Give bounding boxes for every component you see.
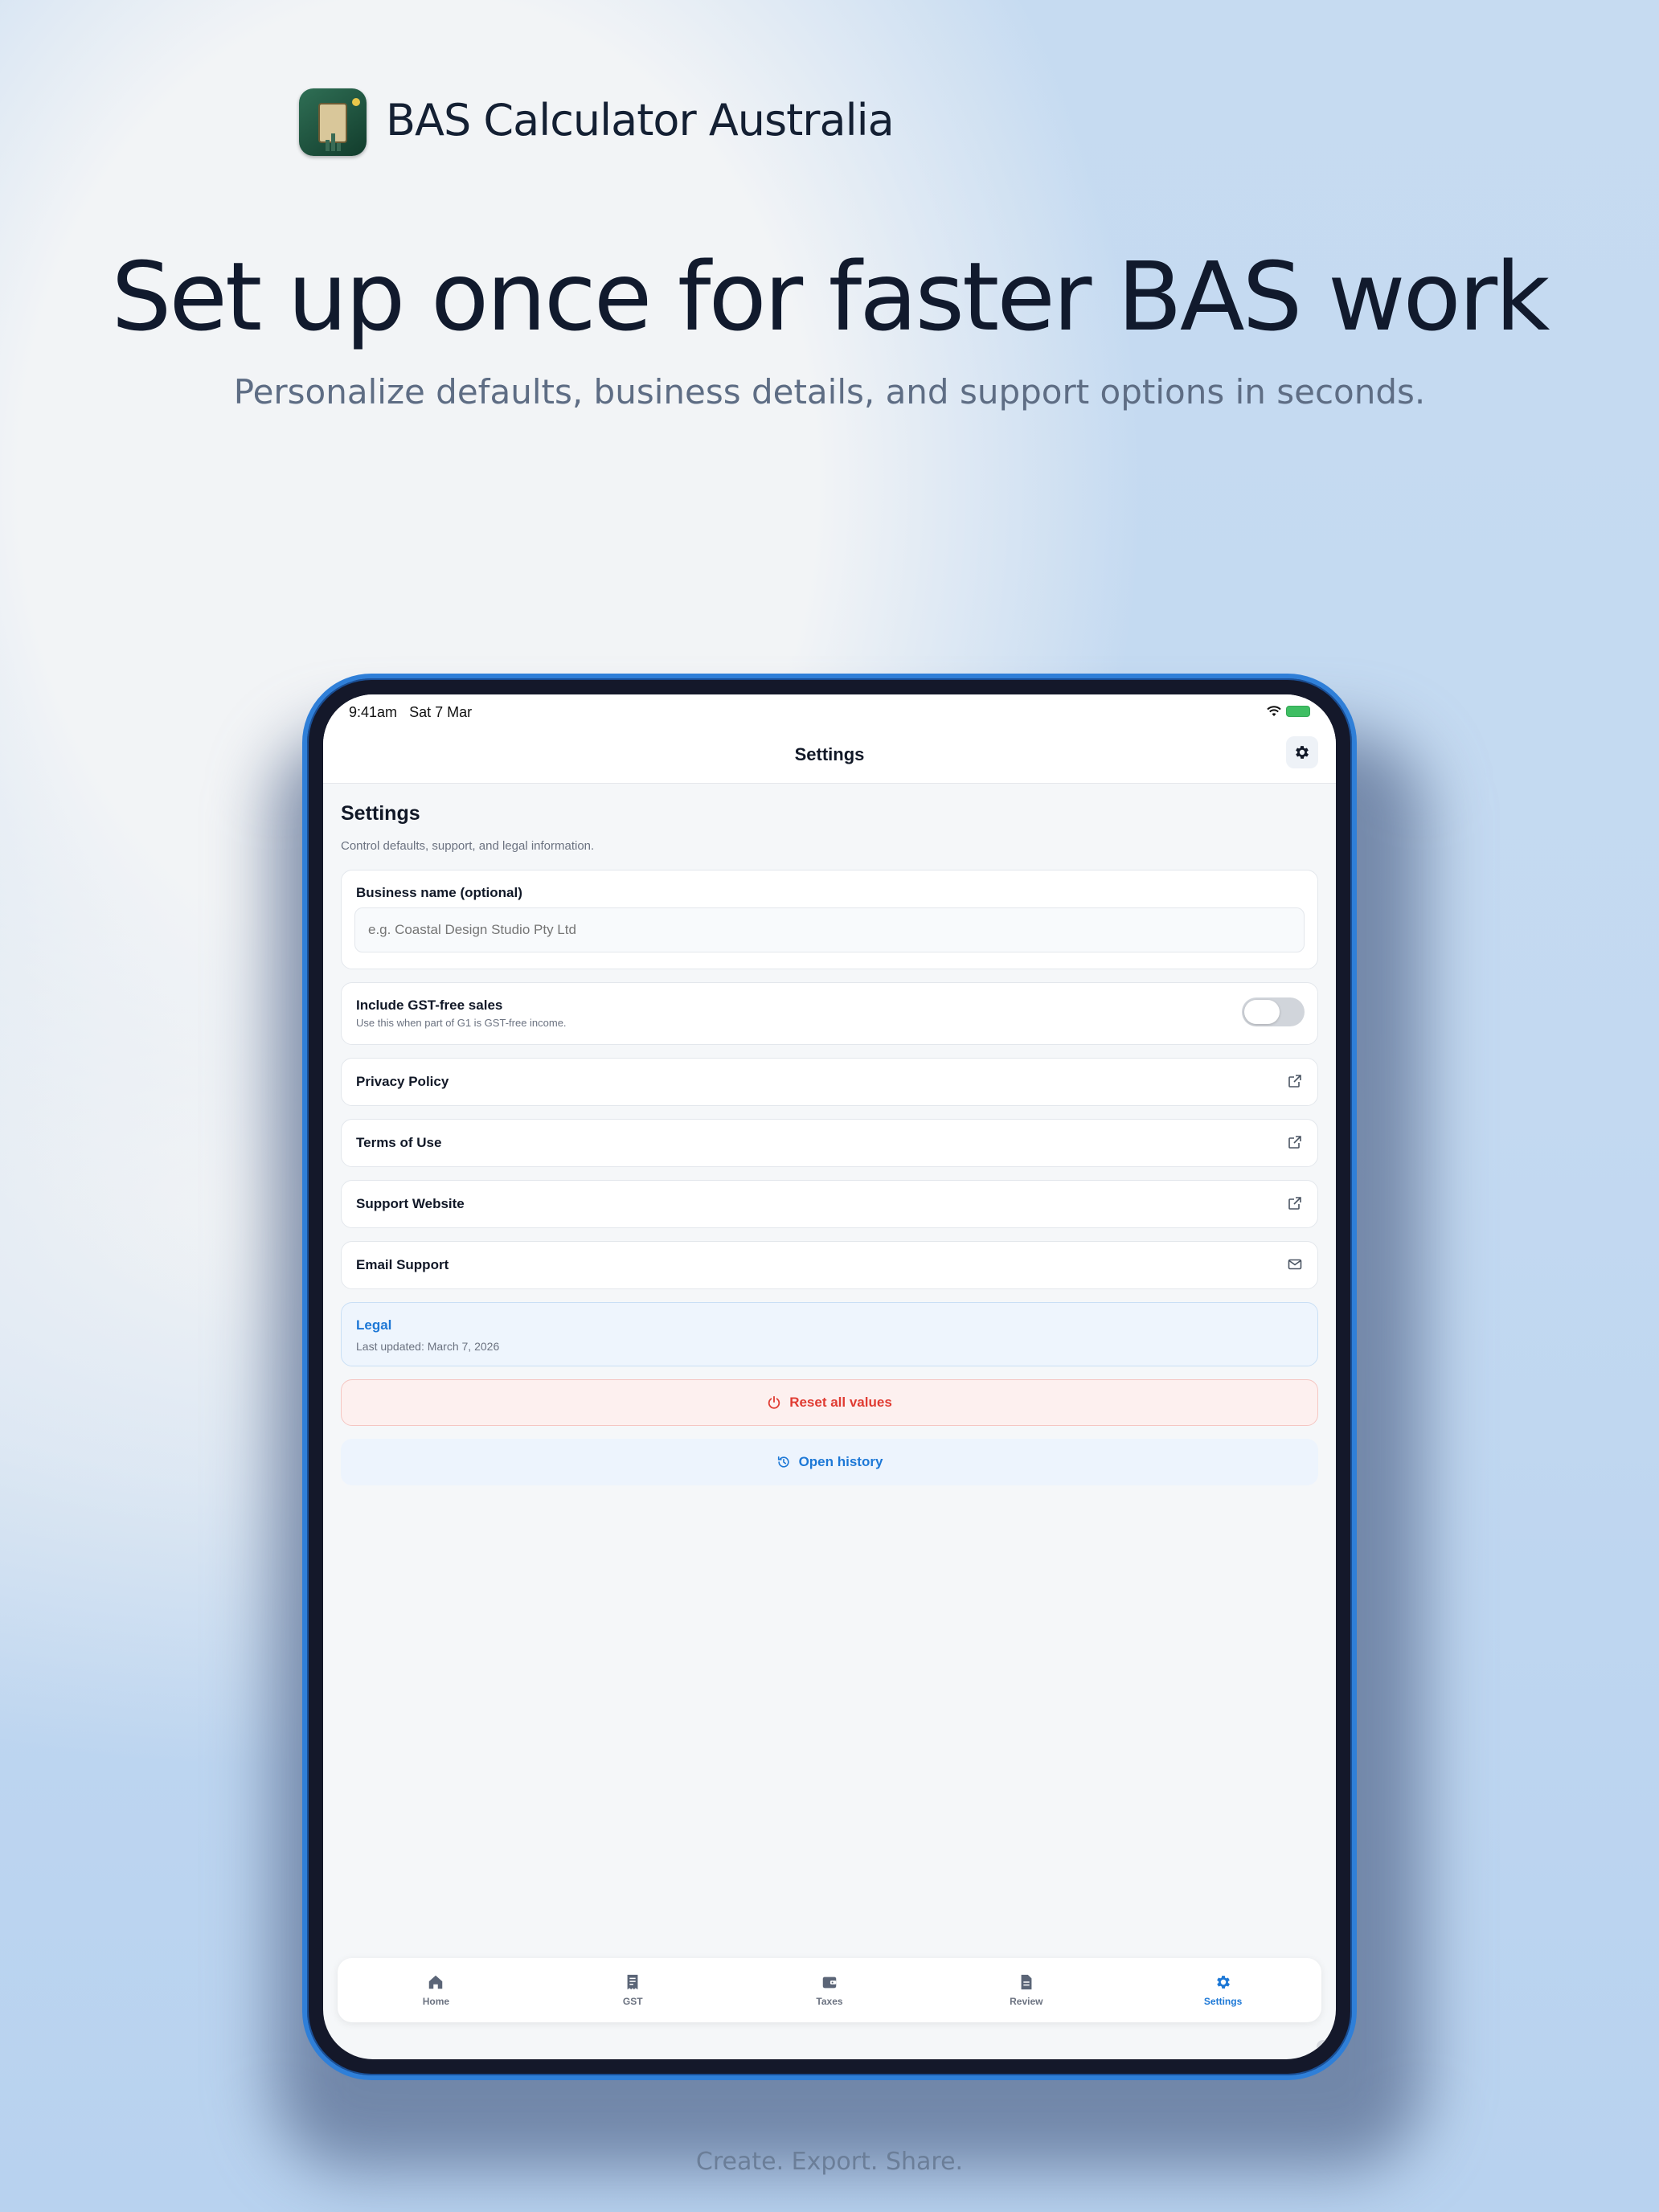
tab-bar: Home GST Taxes Review Settings <box>338 1958 1321 2022</box>
tab-label: Home <box>422 1996 450 2007</box>
home-icon <box>429 1975 443 1989</box>
gear-icon <box>1296 746 1309 759</box>
page-title: Settings <box>341 802 420 825</box>
external-link-icon <box>1288 1075 1301 1088</box>
tablet-screen: 9:41am Sat 7 Mar Settings Settings Contr… <box>323 694 1336 2059</box>
business-name-input[interactable] <box>354 907 1305 952</box>
legal-updated: Last updated: March 7, 2026 <box>356 1340 500 1353</box>
toggle-knob <box>1244 1000 1280 1024</box>
tab-review[interactable]: Review <box>928 1958 1124 2022</box>
document-icon <box>1021 1974 1032 1990</box>
home-indicator <box>1317 2040 1329 2053</box>
wallet-icon <box>822 1976 837 1989</box>
legal-card[interactable]: Legal Last updated: March 7, 2026 <box>341 1302 1318 1366</box>
history-icon <box>777 1456 789 1468</box>
marketing-subheadline: Personalize defaults, business details, … <box>233 372 1426 412</box>
tab-settings[interactable]: Settings <box>1124 1958 1321 2022</box>
link-label: Email Support <box>356 1257 449 1272</box>
legal-title: Legal <box>356 1317 392 1333</box>
open-history-button[interactable]: Open history <box>341 1439 1318 1485</box>
link-label: Terms of Use <box>356 1135 442 1150</box>
link-support-website[interactable]: Support Website <box>341 1180 1318 1228</box>
status-date: Sat 7 Mar <box>409 704 473 720</box>
status-bar-time: 9:41am Sat 7 Mar <box>349 704 472 721</box>
status-indicators <box>1267 706 1310 717</box>
receipt-icon <box>627 1974 638 1990</box>
chart-bar-icon <box>326 140 330 151</box>
gst-free-label: Include GST-free sales <box>356 997 503 1013</box>
link-label: Support Website <box>356 1196 465 1211</box>
gear-icon <box>1216 1976 1230 1989</box>
battery-icon <box>1286 706 1310 717</box>
app-name: BAS Calculator Australia <box>386 95 895 145</box>
app-logo <box>299 88 367 156</box>
tab-label: Review <box>1010 1996 1043 2007</box>
wifi-icon <box>1267 706 1281 716</box>
power-icon <box>768 1395 780 1409</box>
mail-icon <box>1288 1259 1302 1270</box>
marketing-headline: Set up once for faster BAS work <box>111 241 1550 352</box>
tab-label: Taxes <box>816 1996 843 2007</box>
link-terms-of-use[interactable]: Terms of Use <box>341 1119 1318 1167</box>
gst-free-card: Include GST-free sales Use this when par… <box>341 982 1318 1045</box>
link-label: Privacy Policy <box>356 1074 449 1089</box>
footer-tagline: Create. Export. Share. <box>695 2148 964 2176</box>
tab-gst[interactable]: GST <box>535 1958 731 2022</box>
reset-label: Reset all values <box>789 1395 892 1410</box>
tab-home[interactable]: Home <box>338 1958 535 2022</box>
business-name-label: Business name (optional) <box>356 885 522 900</box>
external-link-icon <box>1288 1136 1301 1149</box>
reset-all-button[interactable]: Reset all values <box>341 1379 1318 1426</box>
tab-taxes[interactable]: Taxes <box>731 1958 928 2022</box>
nav-divider <box>323 783 1336 784</box>
tab-label: GST <box>622 1996 643 2007</box>
gst-free-toggle[interactable] <box>1242 997 1305 1026</box>
gst-free-hint: Use this when part of G1 is GST-free inc… <box>356 1017 567 1029</box>
business-name-card: Business name (optional) <box>341 870 1318 969</box>
page-description: Control defaults, support, and legal inf… <box>341 839 595 853</box>
external-link-icon <box>1288 1197 1301 1210</box>
link-email-support[interactable]: Email Support <box>341 1241 1318 1289</box>
status-time: 9:41am <box>349 704 398 720</box>
link-privacy-policy[interactable]: Privacy Policy <box>341 1058 1318 1106</box>
nav-title: Settings <box>794 744 865 764</box>
tab-label: Settings <box>1203 1996 1243 2007</box>
navigation-bar <box>323 694 1336 783</box>
history-label: Open history <box>798 1454 883 1469</box>
settings-button[interactable] <box>1286 736 1318 768</box>
